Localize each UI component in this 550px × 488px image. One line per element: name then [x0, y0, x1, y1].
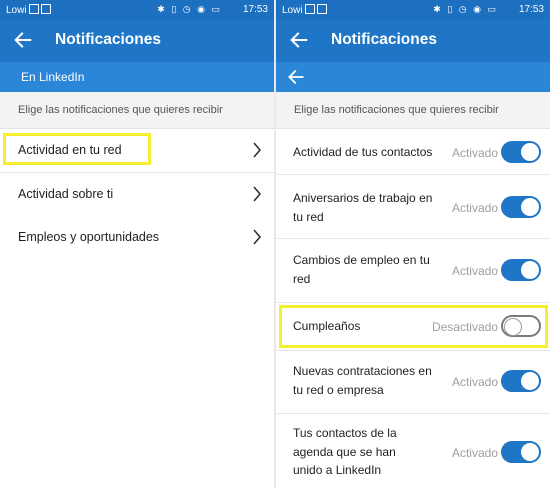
right-screen: Lowi ✱ ▯ ◷ ◉ ▭ 17:53 Notificaciones Elig… [276, 0, 550, 488]
status-bar: Lowi ✱ ▯ ◷ ◉ ▭ 17:53 [0, 0, 274, 20]
setting-row-cambios-de-empleo: Cambios de empleo en tu red Activado [276, 239, 550, 303]
section-title: En LinkedIn [21, 70, 85, 84]
page-title: Notificaciones [331, 31, 437, 48]
back-arrow-icon[interactable] [12, 29, 34, 51]
list-item-label: Empleos y oportunidades [18, 230, 160, 244]
image-icon [40, 4, 51, 14]
setting-state: Activado [451, 264, 498, 278]
notification-icon [28, 4, 39, 14]
list-item-actividad-sobre-ti[interactable]: Actividad sobre ti [0, 173, 274, 217]
hint-text: Elige las notificaciones que quieres rec… [276, 92, 550, 129]
chevron-right-icon [253, 186, 262, 202]
setting-label: Nuevas contrataciones en tu red o empres… [293, 364, 432, 397]
back-arrow-icon[interactable] [288, 29, 310, 51]
list-item-label: Actividad sobre ti [18, 187, 114, 201]
setting-row-aniversarios: Aniversarios de trabajo en tu red Activa… [276, 175, 550, 239]
clock: 17:53 [518, 4, 544, 15]
setting-label: Tus contactos de la agenda que se han un… [293, 426, 397, 477]
toolbar: Notificaciones [276, 20, 550, 62]
setting-label: Cambios de empleo en tu red [293, 253, 430, 286]
toggle-switch[interactable] [501, 141, 541, 163]
system-icons: ✱ ▯ ◷ ◉ ▭ [157, 4, 222, 14]
toggle-switch[interactable] [501, 196, 541, 218]
toggle-knob [521, 261, 539, 279]
setting-state: Activado [451, 201, 498, 215]
setting-label: Aniversarios de trabajo en tu red [293, 191, 433, 224]
setting-state: Activado [451, 375, 498, 389]
toggle-switch[interactable] [501, 259, 541, 281]
setting-row-actividad-de-tus-contactos: Actividad de tus contactos Activado [276, 129, 550, 175]
carrier-label: Lowi [282, 4, 327, 16]
toggle-switch[interactable] [501, 315, 541, 337]
toolbar: Notificaciones [0, 20, 274, 62]
setting-label: Cumpleaños [293, 319, 361, 333]
setting-state: Activado [451, 146, 498, 160]
setting-row-cumpleanos: Cumpleaños Desactivado [276, 303, 550, 351]
chevron-right-icon [253, 142, 262, 158]
setting-row-nuevas-contrataciones: Nuevas contrataciones en tu red o empres… [276, 351, 550, 414]
setting-state: Activado [451, 446, 498, 460]
empty-area [0, 259, 274, 488]
section-header [276, 62, 550, 92]
list-item-empleos-y-oportunidades[interactable]: Empleos y oportunidades [0, 216, 274, 260]
toggle-knob [504, 318, 522, 336]
toggle-knob [521, 198, 539, 216]
toggle-switch[interactable] [501, 370, 541, 392]
toggle-knob [521, 443, 539, 461]
back-arrow-icon[interactable] [286, 67, 306, 87]
setting-label: Actividad de tus contactos [293, 145, 433, 159]
system-icons: ✱ ▯ ◷ ◉ ▭ [433, 4, 498, 14]
status-bar: Lowi ✱ ▯ ◷ ◉ ▭ 17:53 [276, 0, 550, 20]
section-header: En LinkedIn [0, 62, 274, 92]
carrier-label: Lowi [6, 4, 51, 16]
setting-state: Desactivado [431, 320, 498, 334]
list-item-label: Actividad en tu red [18, 143, 122, 157]
page-title: Notificaciones [55, 31, 161, 48]
toggle-knob [521, 372, 539, 390]
left-screen: Lowi ✱ ▯ ◷ ◉ ▭ 17:53 Notificaciones En L… [0, 0, 274, 488]
notification-icon [304, 4, 315, 14]
toggle-switch[interactable] [501, 441, 541, 463]
image-icon [316, 4, 327, 14]
list-item-actividad-en-tu-red[interactable]: Actividad en tu red [0, 129, 274, 173]
hint-text: Elige las notificaciones que quieres rec… [0, 92, 274, 129]
chevron-right-icon [253, 229, 262, 245]
toggle-knob [521, 143, 539, 161]
clock: 17:53 [242, 4, 268, 15]
setting-row-contactos-agenda: Tus contactos de la agenda que se han un… [276, 414, 550, 488]
